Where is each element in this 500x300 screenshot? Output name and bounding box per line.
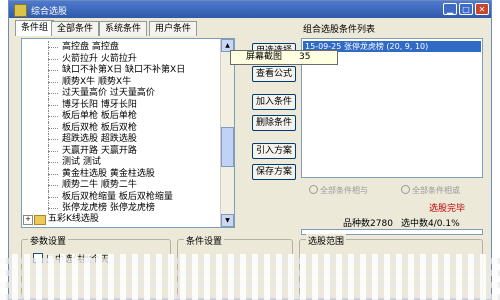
- ratio-value: 4/0.1%: [428, 219, 460, 229]
- title-bar[interactable]: 综合选股 ▁ □ ✕: [9, 1, 491, 18]
- tab-all-conditions[interactable]: 全部条件: [51, 21, 100, 36]
- tree-item-label: 天赢开路 天赢开路: [62, 145, 137, 156]
- tree-item-label: 火箭拉升 火箭拉升: [62, 53, 137, 64]
- tree-item-label: 博牙长阳 博牙长阳: [62, 99, 137, 110]
- radio-all-and-label: 全部条件相与: [320, 186, 368, 195]
- tab-system-conditions[interactable]: 系统条件: [99, 21, 148, 36]
- screenshot-tooltip: 屏幕截图 35: [230, 50, 338, 65]
- tab-user-conditions[interactable]: 用户条件: [149, 21, 198, 36]
- tree-item-label: 板后双枪缩量 板后双枪缩量: [62, 191, 173, 202]
- radio-all-and[interactable]: 全部条件相与: [309, 185, 368, 196]
- tree-branch: [48, 104, 58, 106]
- save-scheme-button[interactable]: 保存方案: [252, 164, 296, 180]
- app-icon: [14, 4, 27, 17]
- plus-icon[interactable]: +: [23, 215, 33, 225]
- tree-branch: [48, 93, 58, 94]
- tree-branch: [48, 58, 58, 60]
- tree-item-label: 顺势二牛 顺势二牛: [62, 180, 137, 190]
- radio-all-or-label: 全部条件相或: [412, 186, 460, 195]
- maximize-button[interactable]: □: [459, 3, 473, 15]
- tree-item-label: 顺势X牛 顺势X牛: [62, 76, 132, 87]
- tree-item-label: 黄金柱选股 黄金柱选股: [62, 168, 155, 179]
- tree-branch: [48, 185, 58, 186]
- tree-branch: [48, 70, 58, 71]
- ratio-stat: 选中数4/0.1%: [401, 216, 460, 229]
- tree-item-label: 测试 测试: [62, 157, 101, 167]
- radio-all-or[interactable]: 全部条件相或: [401, 185, 460, 196]
- tree-branch: [48, 196, 58, 198]
- tree-item-label: 缺口不补第X日 缺口不补第X日: [62, 65, 186, 75]
- tree-branch: [48, 208, 58, 209]
- import-scheme-button[interactable]: 引入方案: [252, 143, 296, 159]
- count-stat: 品种数2780: [343, 216, 393, 229]
- tree-branch: [48, 81, 58, 83]
- tree-branch: [48, 150, 58, 152]
- tree-item-label: 过天量高价 过天量高价: [62, 88, 155, 98]
- scope-group-title: 选股范围: [306, 234, 347, 247]
- tree-item-label: 超跌选股 超跌选股: [62, 134, 137, 144]
- window-title: 综合选股: [31, 7, 68, 17]
- count-value: 2780: [370, 219, 393, 229]
- params-group-title: 参数设置: [28, 234, 69, 247]
- radio-icon[interactable]: [309, 185, 318, 194]
- scope-group: 选股范围: [299, 234, 483, 299]
- tree-item-label: 板后双枪 板后双枪: [62, 122, 137, 133]
- conditions-group-title: 条件设置: [184, 234, 225, 247]
- params-group: 参数设置: [21, 234, 171, 299]
- condition-tree[interactable]: 高控盘 高控盘 火箭拉升 火箭拉升 缺口不补第X日 缺口不补第X日 顺势X牛 顺势X牛…: [21, 38, 235, 228]
- add-condition-button[interactable]: 加入条件: [252, 94, 296, 110]
- tree-branch: [48, 139, 58, 140]
- current-only-option[interactable]: 只中选供数个天: [33, 252, 109, 265]
- scroll-down-icon[interactable]: ▼: [221, 214, 234, 227]
- folder-icon: [34, 215, 46, 225]
- radio-icon[interactable]: [401, 185, 410, 194]
- close-button[interactable]: ✕: [475, 3, 489, 15]
- condition-list-title: 组合选股条件列表: [303, 25, 376, 35]
- tree-item-label: 张停龙虎榜 张停龙虎榜: [62, 203, 155, 213]
- tooltip-label: 屏幕截图: [246, 52, 283, 62]
- tree-branch: [48, 116, 58, 117]
- tree-branch: [48, 173, 58, 175]
- tree-branch: [48, 47, 58, 48]
- tab-condition-group[interactable]: 条件组: [15, 20, 55, 36]
- checkbox-icon[interactable]: [33, 253, 43, 263]
- tree-item-label: 高控盘 高控盘: [62, 42, 119, 52]
- stock-screener-window: 综合选股 ▁ □ ✕ 条件组 全部条件 系统条件 用户条件 高控盘 高控盘 火箭拉…: [8, 0, 492, 300]
- count-label: 品种数: [343, 219, 371, 229]
- delete-condition-button[interactable]: 删除条件: [252, 115, 296, 131]
- minimize-button[interactable]: ▁: [443, 3, 457, 15]
- status-running: 选股完毕: [429, 204, 466, 214]
- tree-scrollbar[interactable]: ▲ ▼: [220, 39, 234, 227]
- tree-branch: [48, 162, 58, 163]
- tree-branch: [48, 127, 58, 129]
- conditions-group: 条件设置: [177, 234, 293, 299]
- view-formula-button[interactable]: 查看公式: [252, 66, 296, 82]
- current-only-label: 只中选供数个天: [46, 255, 110, 265]
- tooltip-value: 35: [299, 52, 311, 62]
- folder-label: 五彩K线选股: [48, 214, 99, 224]
- tree-item-label: 板后单枪 板后单枪: [62, 111, 137, 121]
- scroll-thumb[interactable]: [221, 127, 234, 167]
- ratio-label: 选中数: [401, 219, 429, 229]
